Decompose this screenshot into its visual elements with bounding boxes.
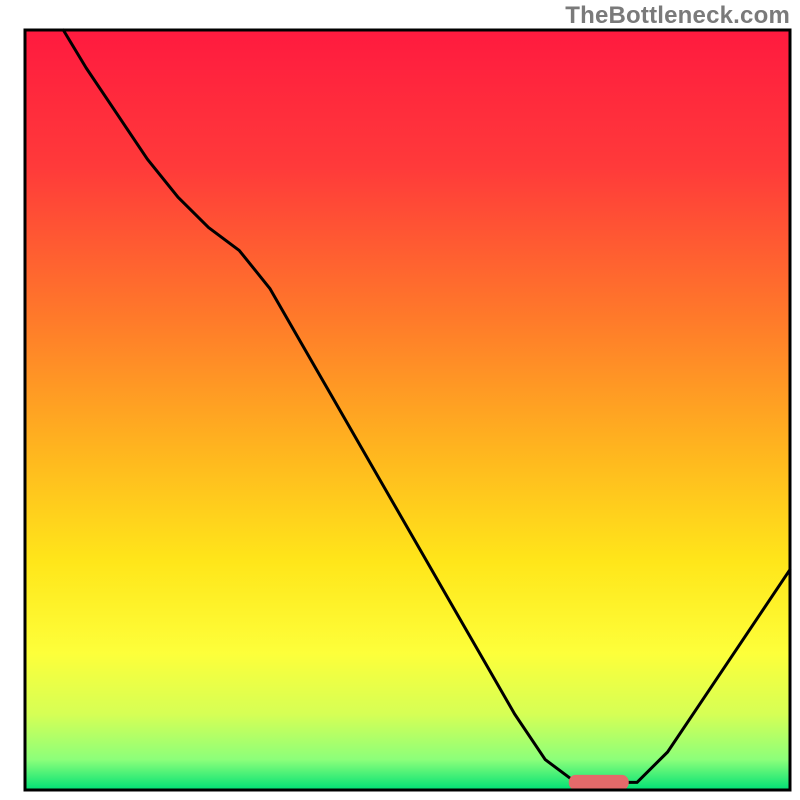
plot-background [25, 30, 790, 790]
optimum-marker [569, 775, 629, 790]
chart-svg [0, 0, 800, 800]
chart-stage: TheBottleneck.com [0, 0, 800, 800]
